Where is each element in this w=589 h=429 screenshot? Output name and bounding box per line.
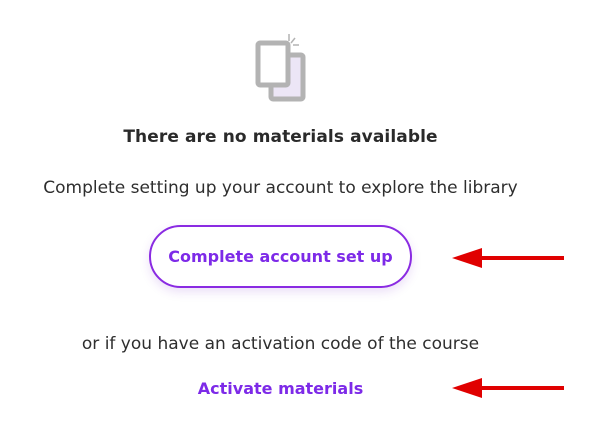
empty-state-subtitle: Complete setting up your account to expl… — [43, 178, 518, 198]
empty-state-panel: There are no materials available Complet… — [0, 0, 589, 429]
complete-account-setup-label: Complete account set up — [168, 247, 393, 266]
activation-code-hint: or if you have an activation code of the… — [81, 334, 480, 354]
complete-account-setup-button[interactable]: Complete account set up — [149, 225, 412, 288]
annotation-arrow-icon — [452, 378, 564, 398]
annotation-arrow-icon — [452, 248, 564, 268]
documents-stack-icon — [255, 34, 306, 102]
empty-state-title: There are no materials available — [123, 127, 438, 147]
